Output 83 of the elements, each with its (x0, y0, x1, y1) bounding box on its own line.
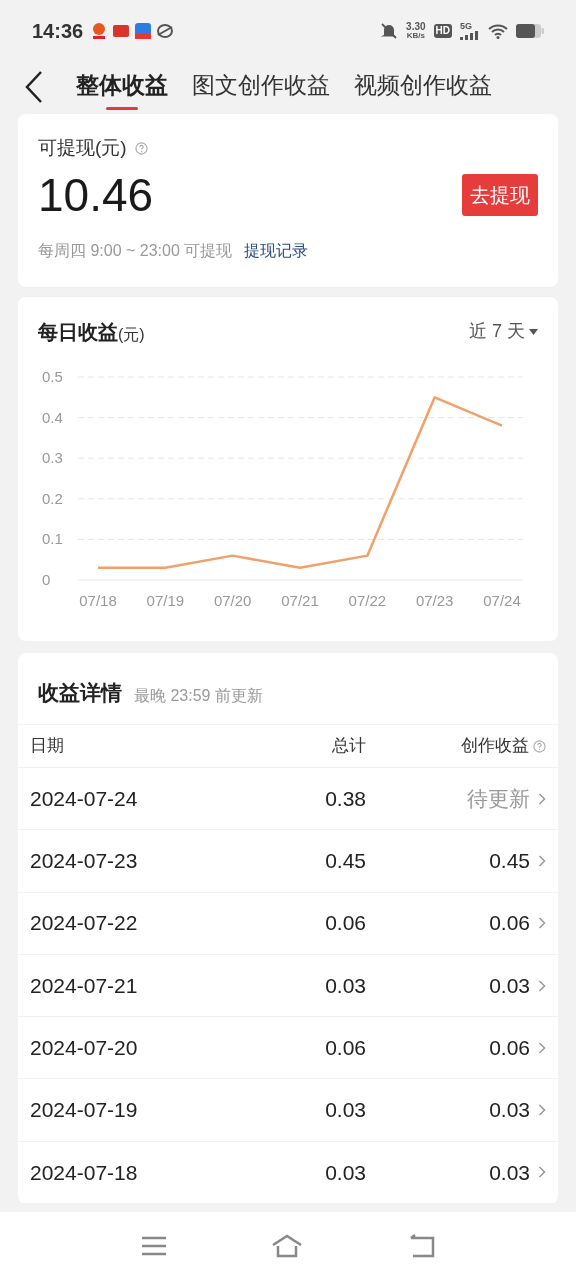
app-notification-icon (113, 25, 130, 37)
tab-indicator (106, 107, 138, 111)
details-row[interactable]: 2024-07-20 0.06 0.06 (18, 1017, 558, 1080)
clock: 14:36 (32, 19, 84, 44)
y-tick-label: 0 (42, 570, 51, 588)
details-row[interactable]: 2024-07-19 0.03 0.03 (18, 1079, 558, 1142)
y-tick-label: 0.2 (42, 489, 63, 507)
app-notification-icon (135, 23, 152, 39)
total-cell-text: 0.03 (324, 1159, 366, 1186)
details-row[interactable]: 2024-07-18 0.03 0.03 (18, 1141, 558, 1205)
date-cell-text: 2024-07-21 (30, 972, 139, 999)
column-header: 总计 (331, 735, 366, 758)
withdraw-button[interactable]: 去提现 (462, 173, 538, 216)
help-icon[interactable] (134, 141, 148, 155)
daily-earnings-unit: (元) (118, 325, 145, 345)
total-cell-text: 0.45 (324, 848, 366, 875)
date-cell-text: 2024-07-20 (30, 1035, 139, 1062)
network-type: 5G (460, 22, 473, 31)
creation-earnings-cell-text: 0.03 (489, 1097, 530, 1124)
caret-icon (529, 328, 538, 335)
chevron-right-icon (538, 978, 546, 993)
network-speed-unit: KB/s (406, 32, 425, 40)
tab[interactable]: 图文创作收益 (192, 63, 330, 111)
wifi-icon (488, 23, 508, 39)
bell-off-icon (380, 22, 399, 40)
column-header: 创作收益 (461, 735, 529, 758)
details-row[interactable]: 2024-07-24 0.38 待更新 (18, 768, 558, 831)
details-title: 收益详情 (38, 679, 122, 706)
creation-earnings-cell-text: 0.45 (489, 848, 530, 875)
creation-earnings-cell-text: 0.03 (489, 1159, 530, 1186)
total-cell-text: 0.06 (324, 910, 366, 937)
menu-icon[interactable] (141, 1236, 167, 1256)
balance-amount: 10.46 (38, 167, 154, 223)
creation-earnings-cell-text: 0.06 (489, 1035, 530, 1062)
withdraw-history-link[interactable]: 提现记录 (244, 238, 309, 263)
date-cell-text: 2024-07-18 (30, 1159, 139, 1186)
chevron-right-icon (538, 916, 546, 931)
y-tick-label: 0.4 (42, 408, 63, 426)
battery-icon (516, 24, 544, 38)
app-notification-icon (93, 23, 106, 39)
details-subtitle: 最晚 23:59 前更新 (134, 686, 263, 706)
x-tick-label: 07/21 (281, 591, 319, 609)
total-cell-text: 0.03 (324, 1097, 366, 1124)
column-header: 日期 (30, 735, 65, 758)
home-icon[interactable] (271, 1234, 303, 1258)
y-tick-label: 0.5 (42, 367, 63, 385)
help-icon[interactable] (533, 739, 546, 753)
details-row[interactable]: 2024-07-21 0.03 0.03 (18, 954, 558, 1018)
chevron-right-icon (538, 1040, 546, 1055)
x-tick-label: 07/19 (146, 591, 185, 609)
withdraw-schedule: 每周四 9:00 ~ 23:00 可提现 (38, 240, 233, 261)
date-cell-text: 2024-07-23 (30, 848, 139, 875)
details-row[interactable]: 2024-07-23 0.45 0.45 (18, 830, 558, 893)
x-tick-label: 07/24 (483, 591, 521, 609)
creation-earnings-cell-text: 0.06 (489, 910, 530, 937)
hd-badge: HD (433, 24, 452, 38)
total-cell-text: 0.03 (324, 972, 366, 999)
date-cell-text: 2024-07-19 (30, 1097, 139, 1124)
tab[interactable]: 视频创作收益 (354, 63, 492, 111)
total-cell-text: 0.38 (324, 785, 366, 812)
chevron-right-icon (538, 853, 546, 868)
x-tick-label: 07/20 (213, 591, 252, 609)
daily-earnings-title: 每日收益 (38, 319, 118, 345)
chevron-right-icon (538, 1165, 546, 1180)
details-row[interactable]: 2024-07-22 0.06 0.06 (18, 892, 558, 955)
y-tick-label: 0.3 (42, 448, 63, 466)
chevron-right-icon (538, 1103, 546, 1118)
date-cell-text: 2024-07-22 (30, 910, 139, 937)
signal-icon (460, 31, 480, 40)
tab[interactable]: 整体收益 (76, 63, 168, 111)
creation-earnings-cell-text: 0.03 (489, 972, 530, 999)
network-speed: 3.30 (406, 22, 426, 32)
range-dropdown[interactable]: 近 7 天 (469, 318, 538, 345)
balance-label: 可提现(元) (38, 136, 127, 160)
back-icon[interactable] (24, 70, 44, 104)
chevron-right-icon (538, 791, 546, 806)
x-tick-label: 07/23 (415, 591, 454, 609)
creation-earnings-cell-text: 待更新 (467, 785, 530, 812)
x-tick-label: 07/18 (79, 591, 117, 609)
date-cell-text: 2024-07-24 (30, 785, 139, 812)
y-tick-label: 0.1 (42, 529, 63, 547)
total-cell-text: 0.06 (324, 1035, 366, 1062)
x-tick-label: 07/22 (348, 591, 387, 609)
